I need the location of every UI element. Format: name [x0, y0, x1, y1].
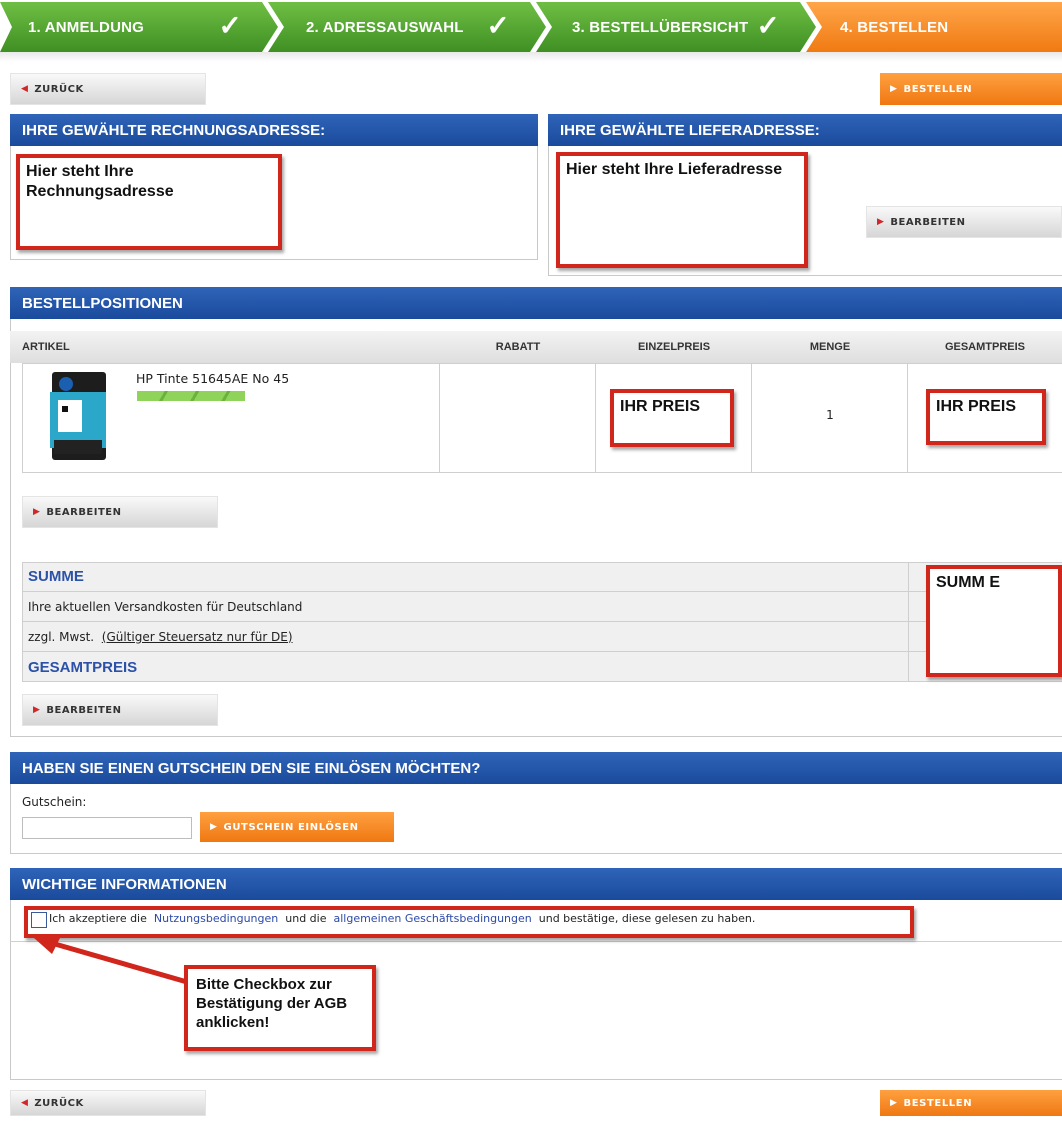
arrow-left-icon: ◀	[21, 84, 29, 94]
order-button-bottom[interactable]: ▶ BESTELLEN	[880, 1090, 1062, 1116]
row-border	[22, 363, 1062, 364]
billing-header-text: IHRE GEWÄHLTE RECHNUNGSADRESSE:	[22, 121, 326, 139]
edit-summary-button[interactable]: ▶ BEARBEITEN	[22, 694, 218, 726]
voucher-input[interactable]	[22, 817, 192, 839]
shipping-cost-text: Ihre aktuellen Versandkosten für Deutsch…	[28, 599, 303, 614]
voucher-label: Gutschein:	[22, 795, 87, 809]
terms-mid: und die	[285, 912, 327, 925]
callout-arrow-icon	[34, 934, 195, 987]
summary-total-row: GESAMTPREIS	[22, 652, 1062, 682]
agb-link[interactable]: allgemeinen Geschäftsbedingungen	[333, 912, 531, 925]
order-button-label: BESTELLEN	[903, 83, 973, 95]
unit-price-note: IHR PREIS	[610, 389, 734, 447]
edit-summary-label: BEARBEITEN	[46, 704, 122, 716]
row-border	[595, 363, 596, 473]
terms-suffix: und bestätige, diese gelesen zu haben.	[538, 912, 756, 925]
terms-checkbox[interactable]	[31, 912, 47, 928]
back-button-bottom-label: ZURÜCK	[34, 1097, 84, 1109]
shipping-address-header: IHRE GEWÄHLTE LIEFERADRESSE:	[548, 114, 1062, 146]
step-label: 2. ADRESSAUSWAHL	[306, 18, 464, 36]
shipping-address-note: Hier steht Ihre Lieferadresse	[556, 152, 808, 268]
product-name[interactable]: HP Tinte 51645AE No 45	[136, 371, 289, 386]
billing-note-text: Hier steht Ihre Rechnungsadresse	[26, 163, 174, 200]
product-image[interactable]	[44, 370, 110, 462]
terms-callout: Bitte Checkbox zur Bestätigung der AGB a…	[184, 965, 376, 1051]
back-button-bottom[interactable]: ◀ ZURÜCK	[10, 1090, 206, 1116]
back-button[interactable]: ◀ ZURÜCK	[10, 73, 206, 105]
column-header-total-price: GESAMTPREIS	[944, 341, 1026, 353]
redeem-voucher-button[interactable]: ▶ GUTSCHEIN EINLÖSEN	[200, 812, 394, 842]
positions-header-text: BESTELLPOSITIONEN	[22, 294, 183, 312]
column-header-discount: RABATT	[495, 341, 541, 353]
vat-prefix: zzgl. Mwst.	[28, 629, 95, 644]
info-header-text: WICHTIGE INFORMATIONEN	[22, 875, 227, 893]
edit-positions-label: BEARBEITEN	[46, 506, 122, 518]
sum-label: SUMME	[28, 568, 84, 585]
order-button[interactable]: ▶ BESTELLEN	[880, 73, 1062, 105]
edit-shipping-label: BEARBEITEN	[890, 216, 966, 228]
arrow-right-icon: ▶	[210, 822, 218, 832]
terms-callout-text: Bitte Checkbox zur Bestätigung der AGB a…	[196, 976, 348, 1031]
voucher-header: HABEN SIE EINEN GUTSCHEIN DEN SIE EINLÖS…	[10, 752, 1062, 784]
billing-address-note: Hier steht Ihre Rechnungsadresse	[16, 154, 282, 250]
row-border	[22, 472, 1062, 473]
step-4[interactable]: 4. BESTELLEN	[806, 2, 1062, 52]
sum-note-text: SUMM E	[936, 574, 1000, 591]
edit-shipping-button[interactable]: ▶ BEARBEITEN	[866, 206, 1062, 238]
row-border	[439, 363, 440, 473]
shipping-note-text: Hier steht Ihre Lieferadresse	[566, 161, 783, 178]
arrow-right-icon: ▶	[33, 705, 41, 715]
row-border	[22, 363, 23, 473]
redeem-voucher-label: GUTSCHEIN EINLÖSEN	[223, 821, 359, 833]
summary-shipping-row: Ihre aktuellen Versandkosten für Deutsch…	[22, 592, 1062, 622]
step-label: 4. BESTELLEN	[840, 18, 949, 36]
column-header-quantity: MENGE	[809, 341, 851, 353]
column-header-article: ARTIKEL	[22, 341, 70, 353]
step-shadow	[0, 52, 1062, 62]
arrow-right-icon: ▶	[890, 1098, 898, 1108]
edit-positions-button[interactable]: ▶ BEARBEITEN	[22, 496, 218, 528]
sum-note: SUMM E	[926, 565, 1062, 677]
summary-sum-row: SUMME	[22, 562, 1062, 592]
total-label: GESAMTPREIS	[28, 658, 138, 676]
step-label: 3. BESTELLÜBERSICHT	[572, 18, 749, 36]
check-icon: ✓	[756, 10, 780, 41]
unit-price-note-text: IHR PREIS	[620, 398, 701, 415]
info-header: WICHTIGE INFORMATIONEN	[10, 868, 1062, 900]
step-label: 1. ANMELDUNG	[28, 18, 145, 36]
terms-of-use-link[interactable]: Nutzungsbedingungen	[154, 912, 278, 925]
arrow-right-icon: ▶	[33, 507, 41, 517]
step-3[interactable]: 3. BESTELLÜBERSICHT ✓	[536, 2, 816, 52]
order-button-bottom-label: BESTELLEN	[903, 1097, 973, 1109]
terms-prefix: Ich akzeptiere die	[49, 912, 147, 925]
summary-vat-row: zzgl. Mwst. (Gültiger Steuersatz nur für…	[22, 622, 1062, 652]
arrow-right-icon: ▶	[877, 217, 885, 227]
quantity-value: 1	[826, 408, 834, 422]
step-1[interactable]: 1. ANMELDUNG ✓	[0, 2, 278, 52]
back-button-label: ZURÜCK	[34, 83, 84, 95]
terms-text: Ich akzeptiere die Nutzungsbedingungen u…	[49, 912, 755, 925]
column-header-unit-price: EINZELPREIS	[637, 341, 711, 353]
arrow-left-icon: ◀	[21, 1098, 29, 1108]
total-price-note-text: IHR PREIS	[936, 398, 1017, 415]
vat-info-link[interactable]: (Gültiger Steuersatz nur für DE)	[102, 630, 293, 644]
availability-bar	[137, 391, 245, 401]
arrow-right-icon: ▶	[890, 84, 898, 94]
voucher-header-text: HABEN SIE EINEN GUTSCHEIN DEN SIE EINLÖS…	[22, 759, 481, 777]
shipping-header-text: IHRE GEWÄHLTE LIEFERADRESSE:	[560, 121, 820, 139]
billing-address-header: IHRE GEWÄHLTE RECHNUNGSADRESSE:	[10, 114, 538, 146]
order-positions-header: BESTELLPOSITIONEN	[10, 287, 1062, 319]
step-2[interactable]: 2. ADRESSAUSWAHL ✓	[268, 2, 546, 52]
total-price-note: IHR PREIS	[926, 389, 1046, 445]
check-icon: ✓	[486, 10, 510, 41]
check-icon: ✓	[218, 10, 242, 41]
